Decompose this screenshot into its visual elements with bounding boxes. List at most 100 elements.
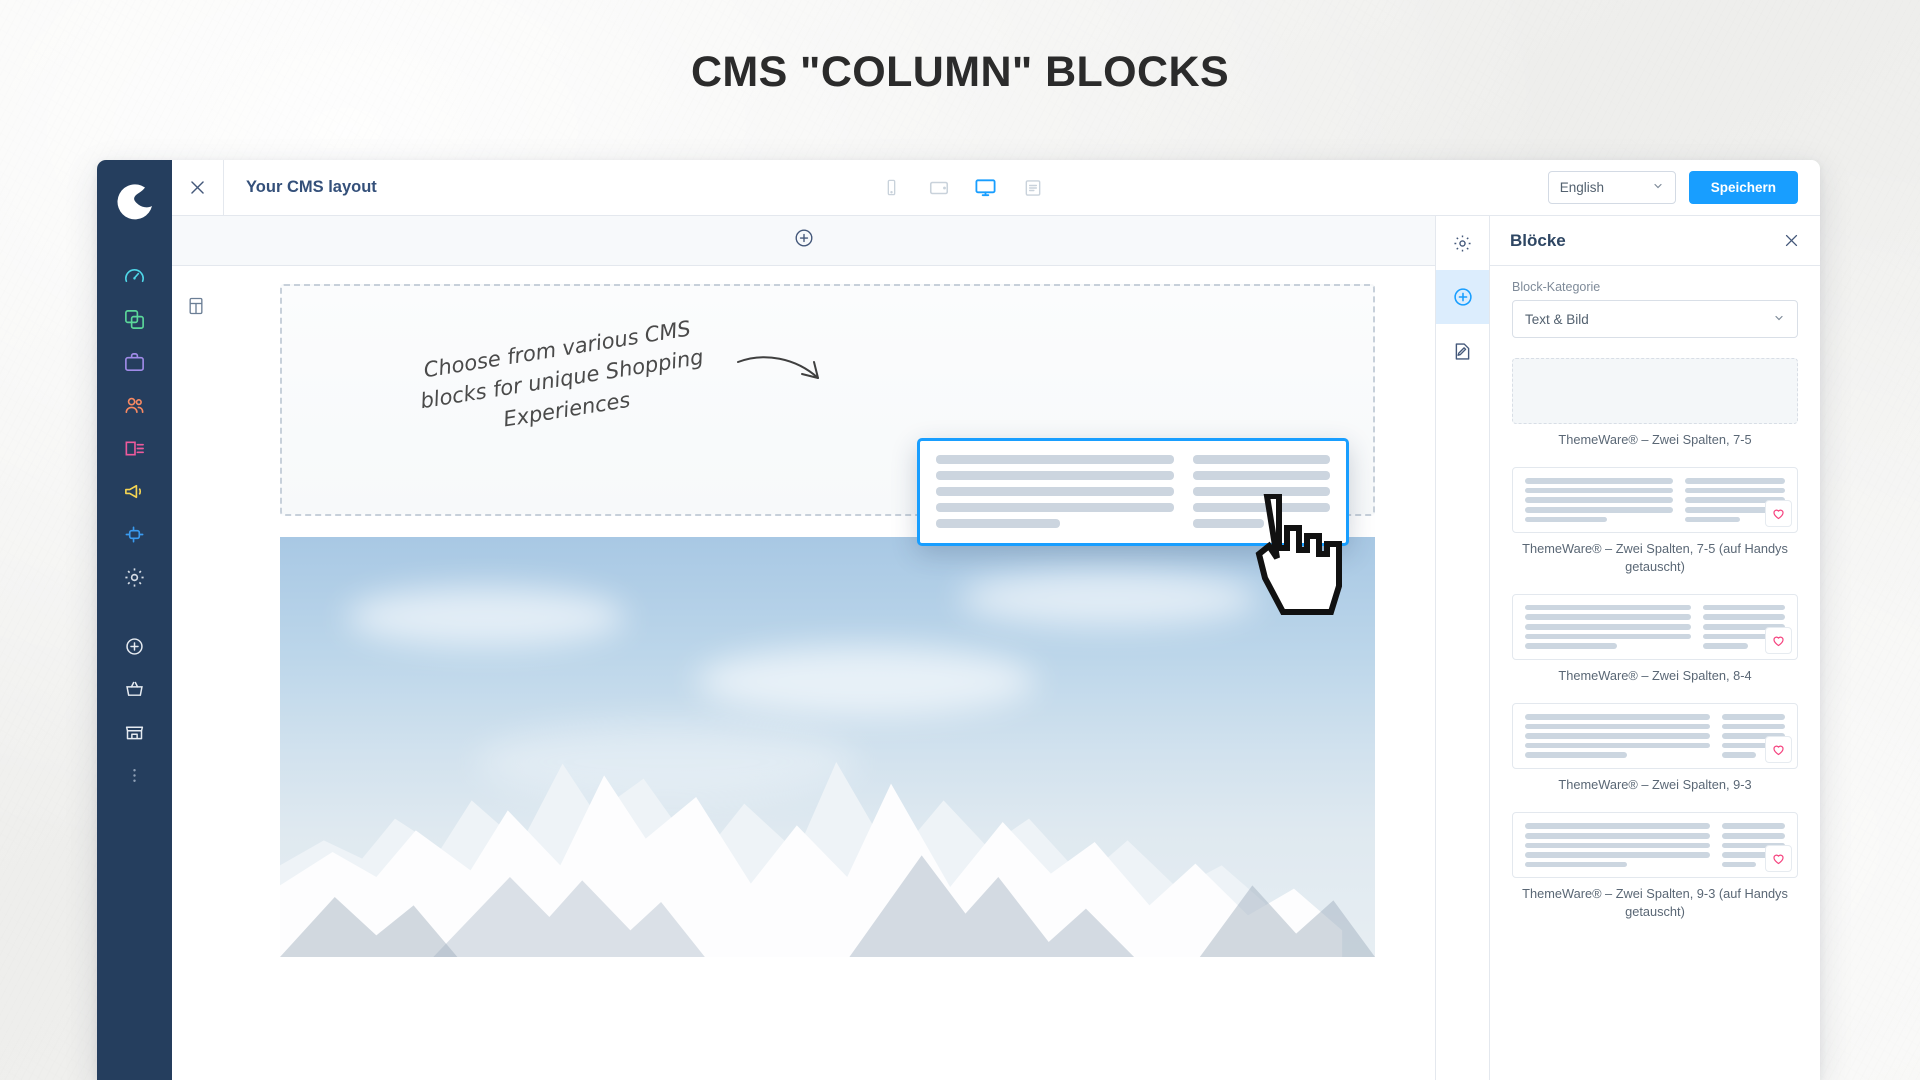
placeholder-line (1525, 861, 1627, 868)
block-preview[interactable] (1512, 703, 1798, 770)
save-button[interactable]: Speichern (1688, 171, 1798, 204)
placeholder-line (1721, 714, 1785, 720)
close-icon[interactable] (1783, 232, 1800, 249)
placeholder-line (1193, 519, 1265, 528)
page-title: CMS "COLUMN" BLOCKS (690, 48, 1230, 96)
placeholder-line (1193, 503, 1330, 512)
sidebar-item-customers[interactable] (114, 384, 156, 426)
editor-main: Your CMS layout English Speichern Choose… (172, 160, 1820, 1080)
sidebar-item-add[interactable] (114, 625, 156, 667)
placeholder-line (1525, 842, 1710, 849)
block-list: ThemeWare® – Zwei Spalten, 7-5 ThemeWare®… (1512, 358, 1798, 920)
placeholder-line (1721, 832, 1785, 839)
cms-canvas: Choose from various CMS blocks for uniqu… (172, 216, 1436, 1080)
heart-icon[interactable] (1765, 845, 1792, 873)
placeholder-line (1525, 633, 1692, 640)
placeholder-line (1525, 752, 1627, 759)
desktop-icon[interactable] (972, 174, 1000, 202)
sidebar-item-store[interactable] (114, 711, 156, 753)
canvas-scroll-area: Choose from various CMS blocks for uniqu… (172, 266, 1435, 1080)
placeholder-line (1685, 487, 1785, 494)
block-list-item[interactable]: ThemeWare® – Zwei Spalten, 7-5 (auf Hand… (1512, 467, 1798, 575)
language-select[interactable]: English (1547, 171, 1676, 204)
placeholder-line (936, 519, 1060, 528)
annotation-arrow-icon (734, 348, 839, 423)
panel-icon-strip (1436, 216, 1490, 1080)
block-list-item[interactable]: ThemeWare® – Zwei Spalten, 9-3 (1512, 703, 1798, 793)
block-category-label: Block-Kategorie (1512, 280, 1601, 294)
gear-icon[interactable] (1436, 216, 1489, 270)
sidebar-item-basket[interactable] (114, 668, 156, 710)
block-list-item[interactable]: ThemeWare® – Zwei Spalten, 8-4 (1512, 593, 1798, 684)
dragged-block-left-column (936, 455, 1174, 529)
device-preview-switch (377, 160, 1548, 215)
placeholder-line (1525, 832, 1710, 839)
mobile-icon[interactable] (878, 174, 906, 202)
placeholder-line (936, 471, 1174, 480)
block-preview[interactable] (1512, 467, 1798, 534)
placeholder-line (1525, 478, 1674, 484)
list-view-icon[interactable] (1019, 174, 1047, 202)
plus-circle-icon[interactable] (1436, 270, 1489, 324)
sidebar-item-orders[interactable] (114, 341, 156, 383)
dragged-block-right-column (1193, 455, 1330, 529)
placeholder-line (1525, 733, 1710, 739)
blocks-panel: Blöcke Block-Kategorie Text & Bild Theme… (1490, 216, 1820, 1080)
close-icon[interactable] (172, 160, 224, 215)
sidebar-item-dashboard[interactable] (114, 255, 156, 297)
block-list-item[interactable]: ThemeWare® – Zwei Spalten, 9-3 (auf Hand… (1512, 812, 1798, 920)
sidebar-item-marketing[interactable] (114, 470, 156, 512)
placeholder-line (1525, 487, 1674, 494)
shopware-logo-icon[interactable] (112, 177, 158, 223)
placeholder-line (1525, 742, 1710, 749)
block-preview[interactable] (1512, 358, 1798, 424)
block-preview[interactable] (1512, 812, 1798, 879)
canvas-content: Choose from various CMS blocks for uniqu… (220, 266, 1435, 1080)
add-section-plus-circle-icon[interactable] (793, 227, 815, 254)
sidebar-item-extensions[interactable] (114, 513, 156, 555)
block-preview[interactable] (1512, 593, 1798, 660)
language-value: English (1559, 180, 1604, 195)
heart-icon[interactable] (1765, 626, 1792, 654)
placeholder-line (1193, 471, 1330, 480)
add-section-bar (172, 216, 1435, 266)
block-list-item[interactable]: ThemeWare® – Zwei Spalten, 7-5 (1512, 358, 1798, 448)
block-label: ThemeWare® – Zwei Spalten, 7-5 (auf Hand… (1522, 541, 1788, 574)
tablet-icon[interactable] (925, 174, 953, 202)
sidebar-item-content[interactable] (114, 427, 156, 469)
edit-layout-icon[interactable] (1436, 324, 1489, 378)
chevron-down-icon (1773, 312, 1785, 327)
block-label: ThemeWare® – Zwei Spalten, 9-3 (auf Hand… (1522, 886, 1788, 919)
placeholder-line (1525, 723, 1710, 730)
placeholder-line (1721, 723, 1785, 730)
placeholder-line (1525, 643, 1617, 649)
placeholder-line (1193, 487, 1330, 496)
placeholder-line (1525, 623, 1692, 630)
hero-image (280, 537, 1375, 957)
sidebar-item-catalogues[interactable] (114, 298, 156, 340)
section-layout-icon[interactable] (186, 296, 206, 1080)
placeholder-line (1525, 507, 1674, 513)
heart-icon[interactable] (1765, 736, 1792, 764)
block-category-value: Text & Bild (1525, 311, 1589, 327)
placeholder-line (936, 487, 1174, 496)
dragged-column-block[interactable] (917, 438, 1349, 546)
block-label: ThemeWare® – Zwei Spalten, 9-3 (1558, 777, 1752, 793)
placeholder-line (1525, 852, 1710, 858)
placeholder-line (1721, 752, 1757, 759)
placeholder-line (1193, 455, 1330, 464)
sidebar-item-settings[interactable] (114, 556, 156, 598)
placeholder-line (1525, 614, 1692, 620)
sidebar-item-more[interactable] (114, 754, 156, 796)
annotation-note: Choose from various CMS blocks for uniqu… (418, 316, 706, 432)
placeholder-line (1525, 497, 1674, 504)
chevron-down-icon (1652, 180, 1664, 195)
placeholder-line (1703, 604, 1785, 611)
blocks-panel-title: Blöcke (1510, 230, 1566, 250)
heart-icon[interactable] (1765, 500, 1792, 528)
editor-topbar: Your CMS layout English Speichern (172, 160, 1820, 216)
placeholder-line (936, 455, 1174, 464)
block-category-select[interactable]: Text & Bild (1512, 300, 1798, 338)
editor-body: Choose from various CMS blocks for uniqu… (172, 216, 1820, 1080)
topbar-actions: English Speichern (1547, 160, 1820, 215)
